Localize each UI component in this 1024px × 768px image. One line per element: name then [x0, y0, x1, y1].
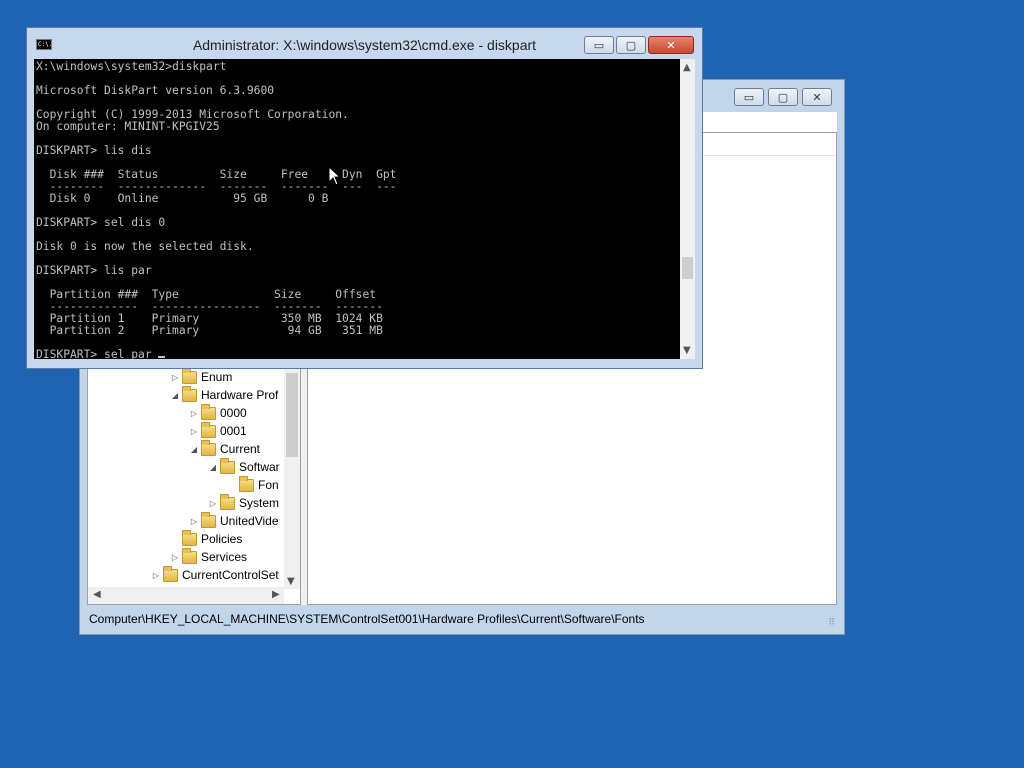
folder-icon — [239, 475, 254, 492]
folder-icon — [163, 565, 178, 582]
folder-icon — [182, 385, 197, 402]
cmd-caption-buttons: ▭ ▢ ✕ — [584, 36, 694, 54]
mouse-pointer-icon — [328, 166, 342, 186]
folder-icon — [201, 439, 216, 456]
tree-item-label: 0001 — [220, 424, 247, 438]
registry-status-bar: Computer\HKEY_LOCAL_MACHINE\SYSTEM\Contr… — [87, 608, 837, 630]
tree-item-label: Fon — [258, 478, 279, 492]
tree-item-current[interactable]: ◢ Current — [189, 439, 261, 458]
expand-arrow-icon[interactable]: ▷ — [151, 571, 161, 580]
tree-item-services[interactable]: ▷ Services — [170, 547, 248, 566]
expand-arrow-icon[interactable]: ▷ — [189, 517, 199, 526]
folder-icon — [201, 403, 216, 420]
tree-item-label: 0000 — [220, 406, 247, 420]
console-text: X:\windows\system32>diskpart Microsoft D… — [34, 59, 680, 360]
tree-item-fonts[interactable]: Fon — [227, 475, 279, 494]
console-output-area[interactable]: X:\windows\system32>diskpart Microsoft D… — [34, 59, 680, 359]
scroll-right-arrow-icon[interactable]: ▶ — [272, 589, 280, 600]
tree-item-enum[interactable]: ▷ Enum — [170, 367, 233, 386]
collapse-arrow-icon[interactable]: ◢ — [208, 463, 218, 472]
folder-icon — [220, 493, 235, 510]
text-cursor — [158, 356, 166, 358]
expand-arrow-icon[interactable]: ▷ — [208, 499, 218, 508]
expand-arrow-icon[interactable]: ▷ — [189, 409, 199, 418]
tree-item-currentcontrolset[interactable]: ▷ CurrentControlSet — [151, 565, 279, 584]
registry-minimize-button[interactable]: ▭ — [734, 88, 764, 106]
tree-vertical-scroll-thumb[interactable] — [286, 373, 298, 457]
scroll-left-arrow-icon[interactable]: ◀ — [93, 589, 101, 600]
cmd-title-bar[interactable]: C:\. Administrator: X:\windows\system32\… — [27, 28, 702, 59]
status-key-path: Computer\HKEY_LOCAL_MACHINE\SYSTEM\Contr… — [89, 612, 645, 626]
cmd-close-button[interactable]: ✕ — [648, 36, 694, 54]
tree-item-label: CurrentControlSet — [182, 568, 279, 582]
registry-maximize-button[interactable]: ▢ — [768, 88, 798, 106]
tree-item-label: System — [239, 496, 280, 510]
expand-arrow-icon[interactable]: ▷ — [170, 553, 180, 562]
tree-horizontal-scrollbar[interactable]: ◀ ▶ — [88, 587, 284, 604]
tree-item-label: Hardware Prof — [201, 388, 279, 402]
registry-caption-buttons: ▭ ▢ ✕ — [734, 88, 832, 106]
folder-icon — [201, 511, 216, 528]
tree-item-label: Enum — [201, 370, 233, 384]
folder-icon — [182, 547, 197, 564]
folder-icon — [182, 529, 197, 546]
expand-arrow-icon[interactable]: ▷ — [189, 427, 199, 436]
folder-icon — [201, 421, 216, 438]
tree-item-label: UnitedVide — [220, 514, 279, 528]
collapse-arrow-icon[interactable]: ◢ — [189, 445, 199, 454]
registry-close-button[interactable]: ✕ — [802, 88, 832, 106]
resize-grip-icon[interactable]: ⠿ — [828, 617, 835, 628]
tree-item-label: Services — [201, 550, 248, 564]
tree-item-label: Current — [220, 442, 261, 456]
tree-item-unitedvideo[interactable]: ▷ UnitedVide — [189, 511, 279, 530]
folder-icon — [220, 457, 235, 474]
cmd-minimize-button[interactable]: ▭ — [584, 36, 614, 54]
tree-item-system[interactable]: ▷ System — [208, 493, 280, 512]
cmd-vertical-scrollbar[interactable]: ▲ ▼ — [680, 59, 695, 359]
tree-item-policies[interactable]: Policies — [170, 529, 243, 548]
tree-item-0000[interactable]: ▷ 0000 — [189, 403, 247, 422]
collapse-arrow-icon[interactable]: ◢ — [170, 391, 180, 400]
command-prompt-window[interactable]: C:\. Administrator: X:\windows\system32\… — [26, 27, 703, 369]
cmd-maximize-button[interactable]: ▢ — [616, 36, 646, 54]
scroll-up-arrow-icon[interactable]: ▲ — [683, 62, 691, 73]
scroll-down-arrow-icon[interactable]: ▼ — [287, 576, 295, 587]
cmd-vertical-scroll-thumb[interactable] — [682, 257, 693, 279]
expand-arrow-icon[interactable]: ▷ — [170, 373, 180, 382]
tree-item-label: Policies — [201, 532, 243, 546]
tree-item-label: Softwar — [239, 460, 280, 474]
scroll-down-arrow-icon[interactable]: ▼ — [683, 345, 691, 356]
tree-item-0001[interactable]: ▷ 0001 — [189, 421, 247, 440]
tree-item-software[interactable]: ◢ Softwar — [208, 457, 280, 476]
console-lines: X:\windows\system32>diskpart Microsoft D… — [36, 60, 397, 360]
folder-icon — [182, 367, 197, 384]
tree-item-hardware-profiles[interactable]: ◢ Hardware Prof — [170, 385, 279, 404]
